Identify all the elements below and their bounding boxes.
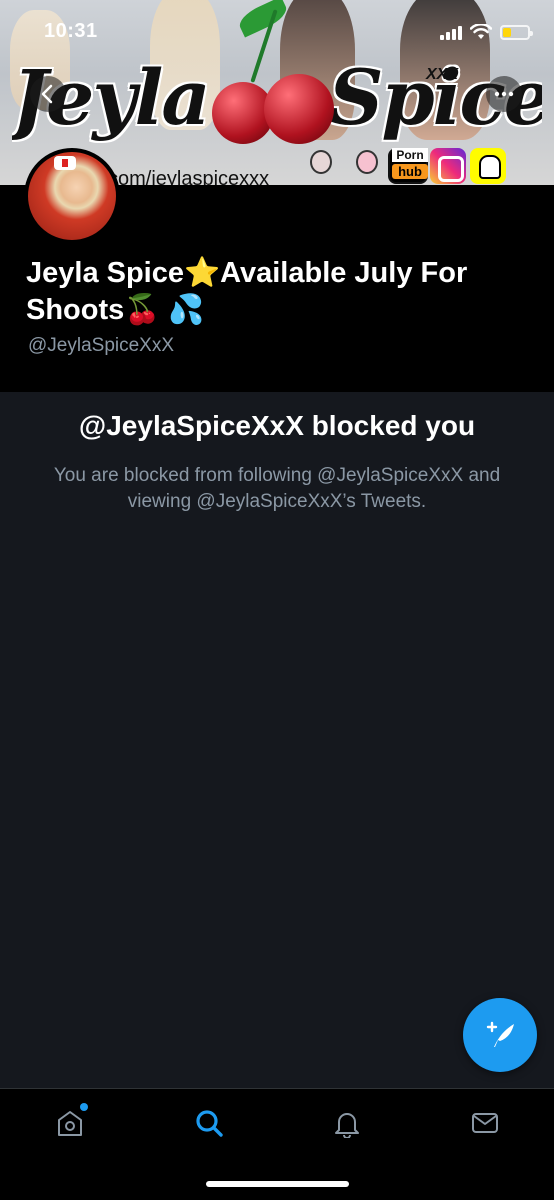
bell-icon <box>335 1113 359 1138</box>
battery-level <box>503 27 512 37</box>
banner-url: com/jeylaspicexxx <box>108 168 270 185</box>
status-time: 10:31 <box>44 20 98 42</box>
search-icon <box>196 1110 223 1137</box>
tab-search[interactable] <box>189 1105 229 1141</box>
envelope-icon <box>472 1113 498 1133</box>
compose-tweet-icon <box>486 1021 514 1047</box>
home-notification-dot <box>80 1103 88 1111</box>
tab-messages[interactable] <box>465 1105 505 1141</box>
profile-display-name: Jeyla Spice⭐Available July For Shoots🍒 💦 <box>26 257 468 326</box>
home-indicator <box>206 1181 349 1187</box>
blocked-description: You are blocked from following @JeylaSpi… <box>53 465 501 512</box>
profile-handle: @JeylaSpiceXxX <box>28 335 175 356</box>
back-button[interactable] <box>30 76 66 112</box>
manyvids-icon <box>356 150 378 174</box>
cellular-signal-icon <box>440 24 462 40</box>
battery-icon <box>500 24 533 40</box>
avatar[interactable] <box>24 148 120 244</box>
snapchat-icon <box>470 148 506 184</box>
onlyfans-icon <box>310 150 332 174</box>
blocked-title: @JeylaSpiceXxX blocked you <box>78 410 476 441</box>
tab-notifications[interactable] <box>327 1105 367 1141</box>
status-icons <box>440 22 533 42</box>
banner-xxx-text: XXX <box>426 66 459 83</box>
wifi-icon <box>469 23 493 40</box>
instagram-icon <box>430 148 466 184</box>
home-icon <box>58 1111 82 1136</box>
ellipsis-icon <box>494 91 514 97</box>
cherry-graphic <box>264 74 334 144</box>
chevron-left-icon <box>41 84 53 104</box>
pornhub-logo: Porn hub <box>388 148 428 184</box>
tab-home[interactable] <box>50 1103 90 1141</box>
avatar-hat <box>54 156 76 170</box>
compose-tweet-button[interactable] <box>463 998 537 1072</box>
more-options-button[interactable] <box>486 76 522 112</box>
